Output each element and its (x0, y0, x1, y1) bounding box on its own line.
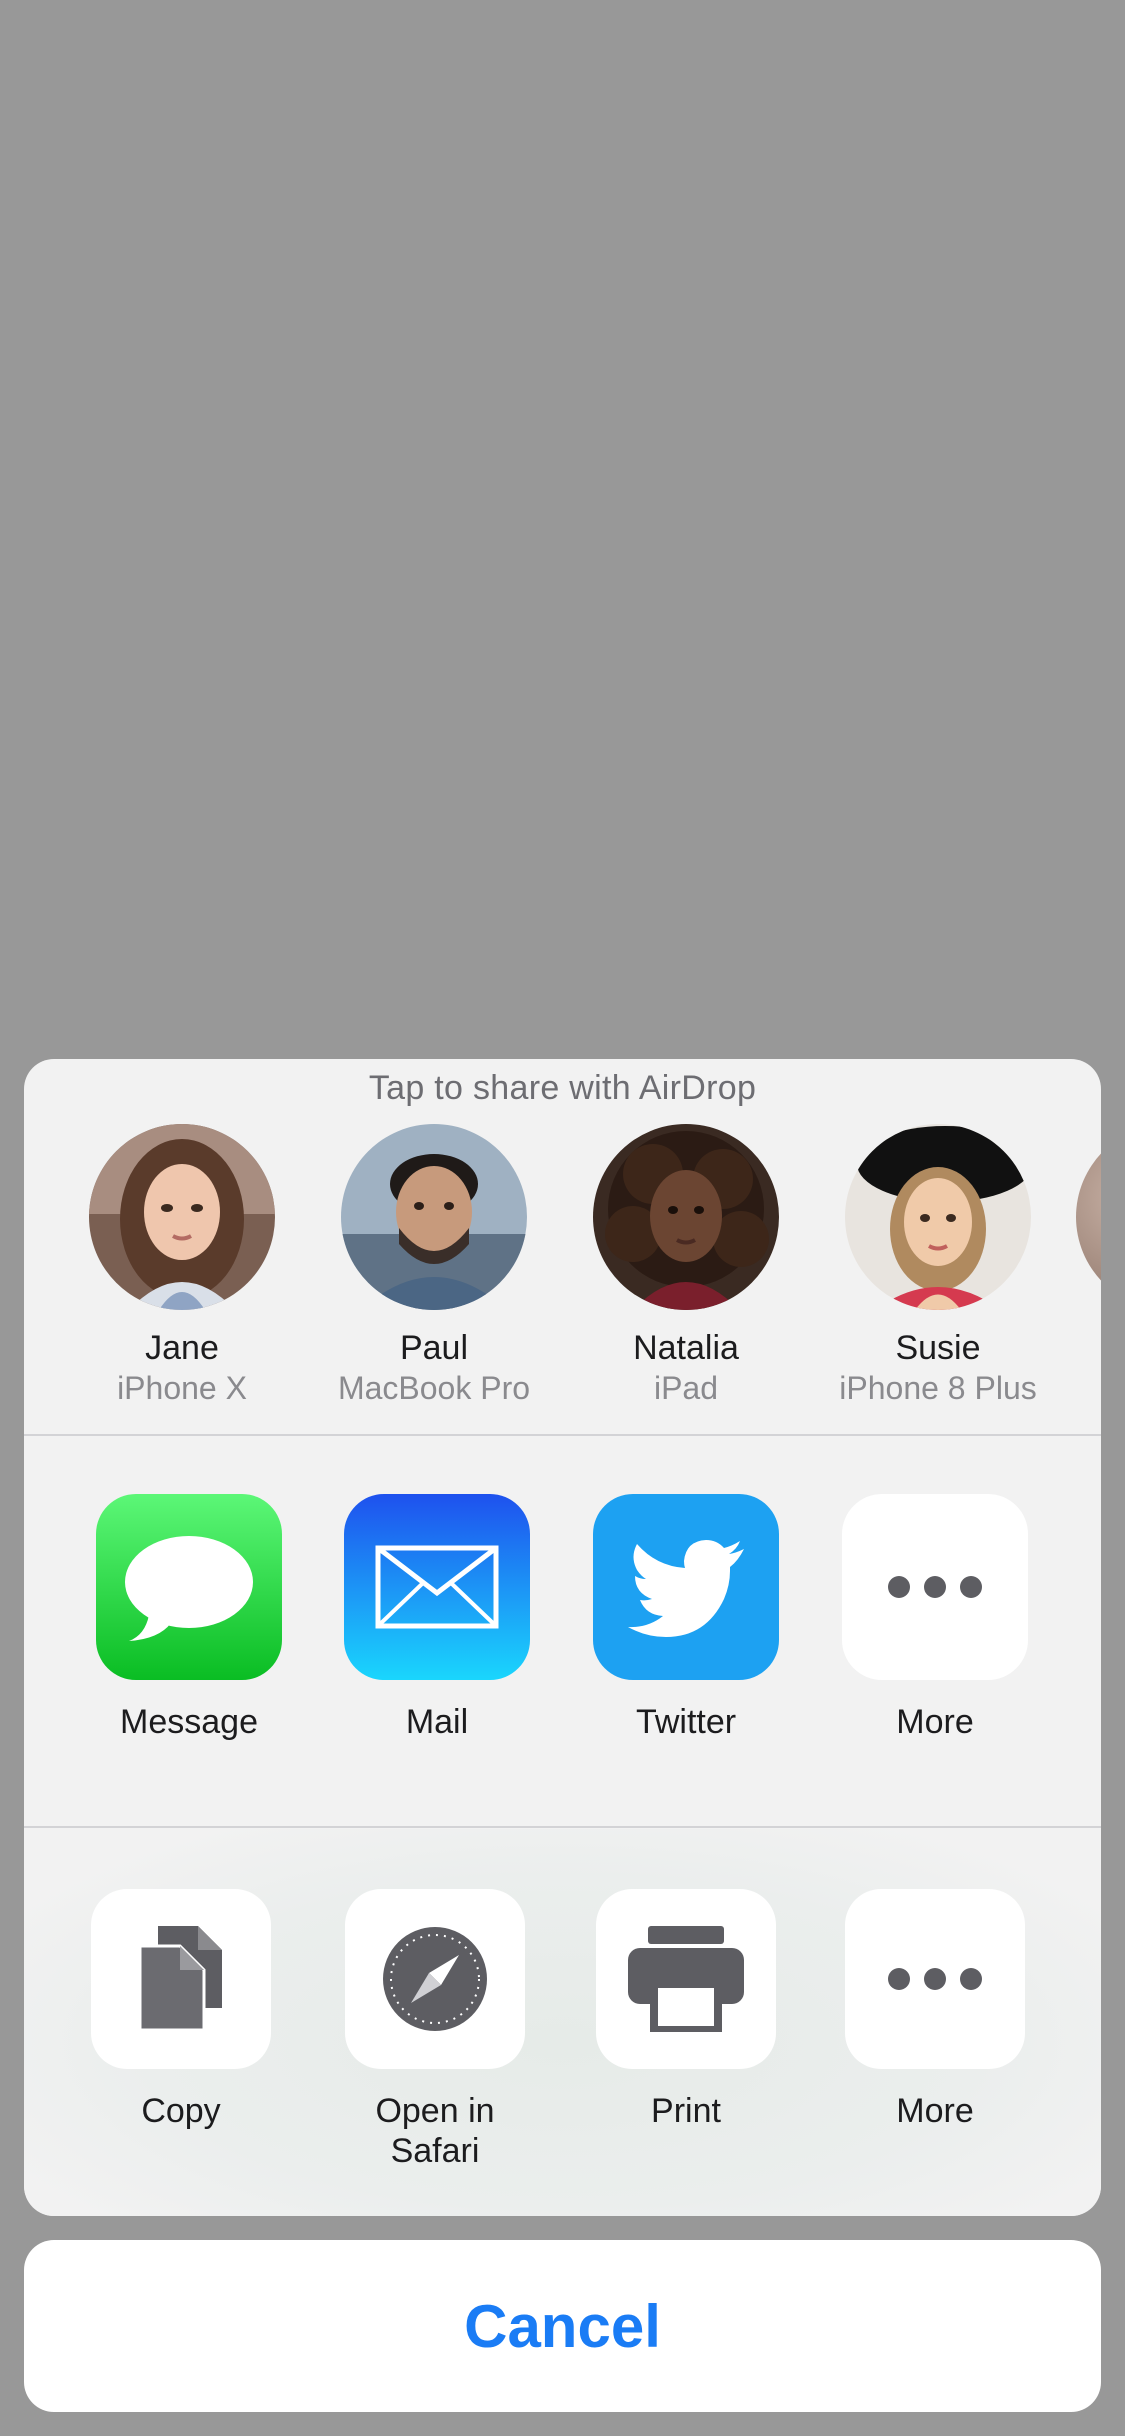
avatar-partial[interactable] (1076, 1124, 1101, 1310)
person-name: Natalia (633, 1329, 739, 1367)
copy-icon (91, 1889, 271, 2069)
airdrop-person-natalia[interactable]: Natalia iPad (556, 1124, 816, 1408)
person-name: Susie (895, 1329, 981, 1367)
person-name: Paul (399, 1329, 469, 1367)
app-label: Message (120, 1703, 258, 1741)
app-label: More (896, 1703, 974, 1741)
avatar (341, 1124, 527, 1310)
avatar (845, 1124, 1031, 1310)
app-twitter[interactable]: Twitter (561, 1494, 811, 1742)
divider (24, 1826, 1101, 1828)
more-icon (842, 1494, 1028, 1680)
action-label: Print (651, 2092, 721, 2130)
person-name: Jane (145, 1329, 219, 1367)
app-more[interactable]: More (810, 1494, 1060, 1742)
person-device: iPhone 8 Plus (839, 1370, 1037, 1406)
safari-icon (345, 1889, 525, 2069)
avatar (593, 1124, 779, 1310)
action-label: Open in Safari (375, 2092, 495, 2170)
share-sheet: Tap to share with AirDrop Jane iPhone X (24, 1059, 1101, 2216)
app-label: Mail (405, 1703, 469, 1741)
message-icon (96, 1494, 282, 1680)
action-more[interactable]: More (810, 1889, 1060, 2131)
airdrop-person-paul[interactable]: Paul MacBook Pro (304, 1124, 564, 1408)
person-device: MacBook Pro (337, 1370, 531, 1406)
action-copy[interactable]: Copy (56, 1889, 306, 2131)
person-device: iPhone X (117, 1370, 247, 1406)
airdrop-person-jane[interactable]: Jane iPhone X (52, 1124, 312, 1408)
avatar (89, 1124, 275, 1310)
airdrop-person-susie[interactable]: Susie iPhone 8 Plus (808, 1124, 1068, 1408)
app-mail[interactable]: Mail (312, 1494, 562, 1742)
mail-icon (344, 1494, 530, 1680)
twitter-icon (593, 1494, 779, 1680)
divider (24, 1434, 1101, 1436)
action-open-in-safari[interactable]: Open in Safari (310, 1889, 560, 2171)
action-label: More (896, 2092, 974, 2130)
airdrop-title: Tap to share with AirDrop (368, 1069, 757, 1107)
airdrop-people-row: Jane iPhone X Paul MacBook Pro Natalia i… (24, 1124, 1101, 1406)
app-label: Twitter (635, 1703, 737, 1741)
app-message[interactable]: Message (64, 1494, 314, 1742)
print-icon (596, 1889, 776, 2069)
action-print[interactable]: Print (561, 1889, 811, 2131)
more-icon (845, 1889, 1025, 2069)
cancel-button[interactable]: Cancel (24, 2240, 1101, 2412)
action-label: Copy (141, 2092, 221, 2130)
person-device: iPad (653, 1370, 719, 1406)
